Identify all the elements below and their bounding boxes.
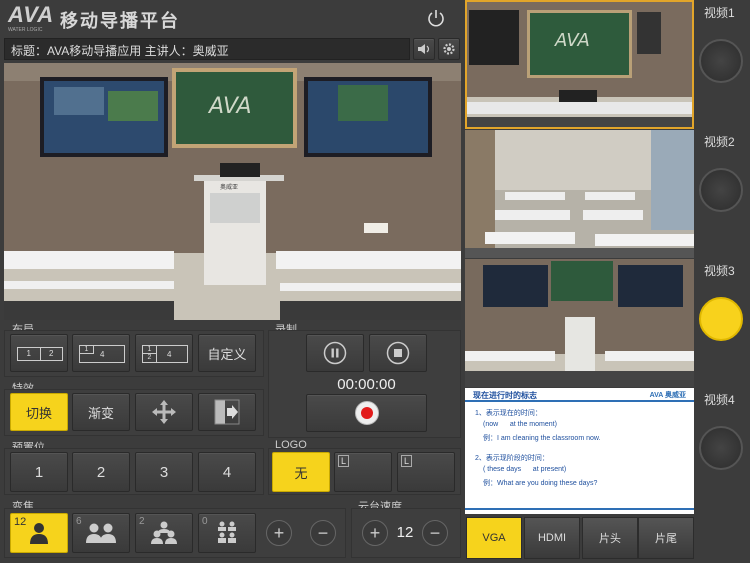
zoom-out-button[interactable]: − — [310, 520, 336, 546]
layout-b1: 1 — [80, 346, 94, 354]
video-3-thumbnail[interactable] — [465, 259, 694, 387]
subject-text: 标题：AVA移动导播应用 主讲人：奥威亚 — [11, 44, 229, 58]
layout-custom-button[interactable]: 自定义 — [198, 334, 256, 372]
video-2-thumbnail[interactable] — [465, 130, 694, 258]
layout-b2: 4 — [100, 350, 105, 359]
layout-pip-button[interactable]: 1 4 — [72, 334, 130, 372]
main-preview[interactable]: AVA 奥威亚 — [4, 63, 461, 320]
logo-option-1-button[interactable]: L — [334, 452, 392, 492]
group-icon — [151, 521, 177, 544]
slide-line-2: (now at the moment) — [483, 421, 557, 428]
ptz-speed-decrease-button[interactable]: − — [422, 520, 448, 546]
layout-c3: 4 — [167, 350, 172, 359]
slide-line-4: 2、表示现阶段的时间： — [475, 455, 549, 462]
layout-c2: 2 — [143, 354, 157, 362]
power-icon[interactable] — [426, 8, 446, 28]
tab-outro[interactable]: 片尾 — [638, 517, 694, 559]
video-1-label: 视频1 — [704, 6, 735, 20]
zoom-group-count: 2 — [139, 516, 145, 527]
video-3-label: 视频3 — [704, 264, 735, 278]
slide-line-6: 例：What are you doing these days? — [483, 480, 598, 487]
tab-intro[interactable]: 片头 — [582, 517, 638, 559]
layout-a1: 1 — [18, 348, 41, 360]
logo-option-1-tag: L — [338, 455, 350, 467]
logo-none-button[interactable]: 无 — [272, 452, 330, 492]
gear-icon — [443, 43, 455, 55]
slide-title: 现在进行时的标志 — [473, 391, 537, 400]
cut-effect-button[interactable]: 切换 — [10, 393, 68, 431]
record-icon — [354, 401, 379, 425]
logo-subtext: WATER LOGIC — [8, 27, 43, 33]
tab-hdmi[interactable]: HDMI — [524, 517, 580, 559]
preset-button-3[interactable]: 3 — [135, 452, 193, 492]
zoom-pair-button[interactable]: 6 — [72, 513, 130, 553]
layout-two-split-button[interactable]: 1 2 — [10, 334, 68, 372]
slide-line-3: 例：I am cleaning the classroom now. — [483, 435, 601, 442]
wipe-effect-button[interactable] — [198, 393, 256, 431]
subject-bar: 标题：AVA移动导播应用 主讲人：奥威亚 — [4, 38, 410, 60]
pause-button[interactable] — [306, 334, 364, 372]
zoom-crowd-count: 0 — [202, 516, 208, 527]
crowd-icon — [218, 521, 236, 543]
zoom-single-count: 12 — [14, 516, 27, 528]
layout-c1: 1 — [143, 346, 157, 354]
slide-brand: AVA 奥威亚 — [649, 392, 686, 399]
zoom-pair-count: 6 — [76, 516, 82, 527]
layout-a2: 2 — [49, 349, 54, 358]
move-effect-button[interactable] — [135, 393, 193, 431]
wipe-icon — [214, 399, 240, 425]
volume-button[interactable] — [413, 38, 435, 60]
board-handwriting: AVA — [207, 94, 252, 119]
app-title: 移动导播平台 — [60, 11, 180, 31]
video-4-thumbnail[interactable]: 现在进行时的标志 AVA 奥威亚 1、表示现在的时间： (now at the … — [465, 388, 694, 514]
layout-three-split-button[interactable]: 1 2 4 — [135, 334, 193, 372]
pause-icon — [323, 341, 347, 365]
ptz-speed-increase-button[interactable]: + — [362, 520, 388, 546]
slide-line-1: 1、表示现在的时间： — [475, 410, 542, 417]
two-persons-icon — [86, 523, 116, 543]
logo-mark: AVA — [8, 2, 55, 27]
preset-button-4[interactable]: 4 — [198, 452, 256, 492]
logo-option-2-tag: L — [401, 455, 413, 467]
zoom-single-button[interactable]: 12 — [10, 513, 68, 553]
stop-icon — [386, 341, 410, 365]
video-2-label: 视频2 — [704, 135, 735, 149]
preset-button-1[interactable]: 1 — [10, 452, 68, 492]
video-1-board-text: AVA — [554, 30, 590, 51]
video-4-select-button[interactable] — [699, 426, 743, 470]
speaker-icon — [418, 44, 430, 54]
logo-option-2-button[interactable]: L — [397, 452, 455, 492]
podium-label: 奥威亚 — [220, 183, 238, 191]
record-button[interactable] — [306, 394, 427, 432]
preset-button-2[interactable]: 2 — [72, 452, 130, 492]
video-1-select-button[interactable] — [699, 39, 743, 83]
zoom-group-button[interactable]: 2 — [135, 513, 193, 553]
tab-vga[interactable]: VGA — [466, 517, 522, 559]
app-logo: AVA WATER LOGIC — [8, 2, 60, 34]
zoom-in-button[interactable]: + — [266, 520, 292, 546]
ptz-speed-value: 12 — [396, 524, 414, 541]
slide-footer-bar — [465, 508, 694, 510]
zoom-crowd-button[interactable]: 0 — [198, 513, 256, 553]
video-2-select-button[interactable] — [699, 168, 743, 212]
stop-button[interactable] — [369, 334, 427, 372]
slide-line-5: ( these days at present) — [483, 466, 567, 473]
video-3-select-button[interactable] — [699, 297, 743, 341]
settings-button[interactable] — [438, 38, 460, 60]
move-arrows-icon — [152, 400, 176, 424]
video-4-label: 视频4 — [704, 393, 735, 407]
video-1-thumbnail[interactable]: AVA — [465, 0, 694, 129]
fade-effect-button[interactable]: 渐变 — [72, 393, 130, 431]
single-person-icon — [30, 523, 48, 544]
record-timer: 00:00:00 — [337, 376, 396, 393]
slide-header-bar: 现在进行时的标志 AVA 奥威亚 — [465, 388, 694, 402]
